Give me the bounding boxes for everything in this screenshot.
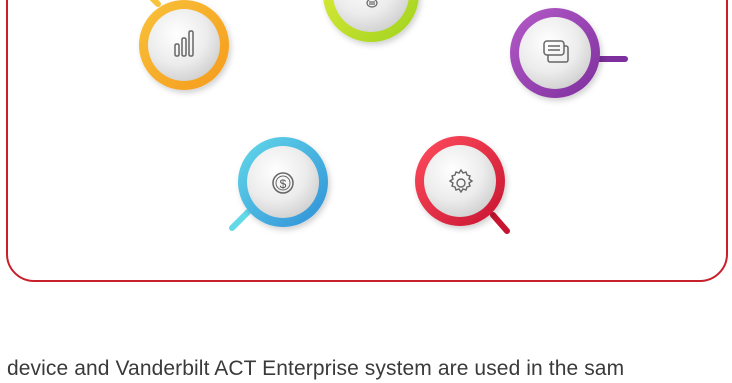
icon-cluster: $ bbox=[139, 0, 628, 234]
dollar-coin-icon: $ bbox=[272, 172, 294, 194]
bar-chart-badge bbox=[139, 0, 229, 90]
svg-text:$: $ bbox=[280, 177, 287, 191]
caption-text: device and Vanderbilt ACT Enterprise sys… bbox=[7, 357, 625, 380]
chat-bubbles-badge bbox=[510, 8, 628, 98]
gear-badge bbox=[415, 136, 510, 234]
infographic-slide: $ device and Vanderbilt ACT Enterprise s… bbox=[0, 0, 732, 383]
dollar-coin-badge: $ bbox=[229, 137, 328, 231]
document-badge bbox=[323, 0, 419, 42]
